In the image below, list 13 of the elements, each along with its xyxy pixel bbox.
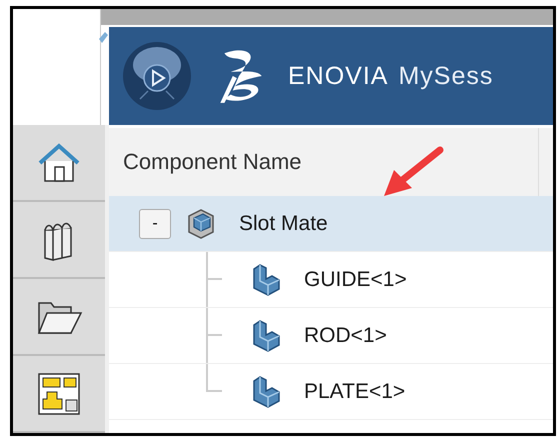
layout-icon[interactable] bbox=[37, 372, 81, 416]
session-title: MySess bbox=[398, 62, 494, 90]
app-name: ENOVIA bbox=[288, 62, 388, 90]
tab-handle-icon[interactable] bbox=[97, 31, 109, 45]
component-name: Slot Mate bbox=[239, 212, 328, 236]
component-name: ROD<1> bbox=[304, 324, 387, 348]
column-header[interactable]: Component Name bbox=[123, 149, 302, 175]
home-icon[interactable] bbox=[37, 140, 81, 184]
component-name: GUIDE<1> bbox=[304, 268, 407, 292]
selected-row[interactable]: - Slot Mate bbox=[109, 196, 553, 252]
compass-icon[interactable] bbox=[122, 41, 192, 111]
collapse-toggle[interactable]: - bbox=[139, 208, 171, 238]
component-name: PLATE<1> bbox=[304, 380, 406, 404]
